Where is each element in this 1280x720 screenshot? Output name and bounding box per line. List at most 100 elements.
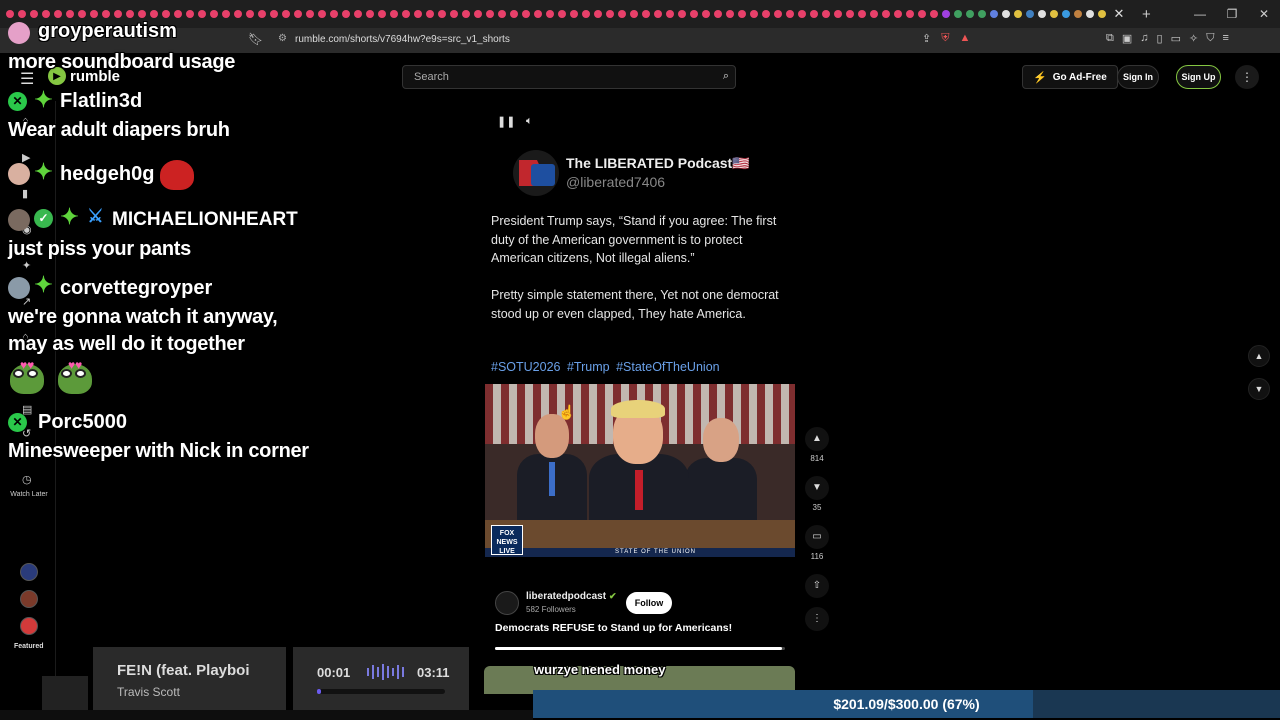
tab-favicon-icon[interactable] [678, 10, 686, 18]
scroll-up-button[interactable]: ▲ [1248, 345, 1270, 367]
tab-favicon-icon[interactable] [18, 10, 26, 18]
tab-favicon-icon[interactable] [1074, 10, 1082, 18]
hashtag-link[interactable]: #SOTU2026 [491, 360, 560, 374]
tab-favicon-icon[interactable] [162, 10, 170, 18]
tab-favicon-icon[interactable] [522, 10, 530, 18]
tab-favicon-icon[interactable] [258, 10, 266, 18]
tab-favicon-icon[interactable] [1050, 10, 1058, 18]
tab-favicon-icon[interactable] [582, 10, 590, 18]
more-options-icon[interactable]: ⋮ [1235, 65, 1259, 89]
tab-favicon-icon[interactable] [1062, 10, 1070, 18]
tab-favicon-icon[interactable] [234, 10, 242, 18]
tab-favicon-icon[interactable] [306, 10, 314, 18]
tab-favicon-icon[interactable] [942, 10, 950, 18]
tab-favicon-icon[interactable] [438, 10, 446, 18]
owner-name-link[interactable]: liberatedpodcast ✔ [526, 591, 617, 602]
tab-favicon-icon[interactable] [738, 10, 746, 18]
tab-favicon-icon[interactable] [774, 10, 782, 18]
sign-up-button[interactable]: Sign Up [1176, 65, 1221, 89]
tab-favicon-icon[interactable] [210, 10, 218, 18]
tab-favicon-icon[interactable] [858, 10, 866, 18]
tab-favicon-icon[interactable] [66, 10, 74, 18]
minimize-icon[interactable]: — [1184, 0, 1216, 28]
tab-favicon-icon[interactable] [486, 10, 494, 18]
tab-favicon-icon[interactable] [690, 10, 698, 18]
tab-favicon-icon[interactable] [618, 10, 626, 18]
dislike-button[interactable]: ▼ 35 [805, 476, 829, 512]
tab-favicon-icon[interactable] [462, 10, 470, 18]
pause-icon[interactable]: ❚❚ [497, 115, 515, 128]
volume-icon[interactable]: 🔈︎ [526, 115, 533, 128]
tab-favicon-icon[interactable] [654, 10, 662, 18]
hashtag-link[interactable]: #StateOfTheUnion [616, 360, 720, 374]
share-icon[interactable]: ⇪ [922, 32, 931, 45]
channel-handle[interactable]: @liberated7406 [566, 174, 665, 190]
watch-later-label[interactable]: Watch Later [6, 491, 52, 498]
tab-favicon-icon[interactable] [78, 10, 86, 18]
tab-favicon-icon[interactable] [666, 10, 674, 18]
featured-channel-avatar[interactable] [20, 590, 38, 608]
channel-name[interactable]: The LIBERATED Podcast🇺🇸 [566, 155, 750, 172]
browse-icon[interactable]: ▶ [22, 151, 30, 164]
video-thumbnail[interactable]: FOX NEWS LIVE STATE OF THE UNION [485, 384, 795, 557]
site-info-icon[interactable]: ⚙ [278, 33, 287, 44]
tab-favicon-icon[interactable] [822, 10, 830, 18]
tab-favicon-icon[interactable] [282, 10, 290, 18]
comments-button[interactable]: ▭ 116 [805, 525, 829, 561]
scroll-down-button[interactable]: ▼ [1248, 378, 1270, 400]
search-input[interactable]: Search ⌕ [402, 65, 736, 89]
tab-favicon-icon[interactable] [726, 10, 734, 18]
tab-favicon-icon[interactable] [1086, 10, 1094, 18]
tab-favicon-icon[interactable] [390, 10, 398, 18]
tab-favicon-icon[interactable] [354, 10, 362, 18]
owner-avatar[interactable] [495, 591, 519, 615]
tab-favicon-icon[interactable] [198, 10, 206, 18]
tab-favicon-icon[interactable] [42, 10, 50, 18]
tab-favicon-icon[interactable] [786, 10, 794, 18]
tab-favicon-icon[interactable] [978, 10, 986, 18]
tab-favicon-icon[interactable] [498, 10, 506, 18]
tab-favicon-icon[interactable] [846, 10, 854, 18]
tab-favicon-icon[interactable] [990, 10, 998, 18]
tab-favicon-icon[interactable] [6, 10, 14, 18]
tab-favicon-icon[interactable] [894, 10, 902, 18]
tab-favicon-icon[interactable] [1098, 10, 1106, 18]
tab-favicon-icon[interactable] [1038, 10, 1046, 18]
tab-favicon-icon[interactable] [810, 10, 818, 18]
tab-favicon-icon[interactable] [102, 10, 110, 18]
tab-favicon-icon[interactable] [294, 10, 302, 18]
sidebar-icon[interactable]: ▯ [1157, 32, 1163, 45]
close-window-icon[interactable]: ✕ [1248, 0, 1280, 28]
tab-favicon-icon[interactable] [330, 10, 338, 18]
tab-favicon-icon[interactable] [54, 10, 62, 18]
channel-avatar[interactable] [513, 150, 559, 196]
tab-favicon-icon[interactable] [474, 10, 482, 18]
url-text[interactable]: rumble.com/shorts/v7694hw?e9s=src_v1_sho… [295, 34, 510, 45]
tab-favicon-icon[interactable] [954, 10, 962, 18]
share-button[interactable]: ⇧ [805, 574, 829, 598]
tab-favicon-icon[interactable] [906, 10, 914, 18]
tab-favicon-icon[interactable] [882, 10, 890, 18]
tab-favicon-icon[interactable] [870, 10, 878, 18]
search-icon[interactable]: ⌕ [723, 70, 729, 83]
tab-favicon-icon[interactable] [450, 10, 458, 18]
tab-favicon-icon[interactable] [918, 10, 926, 18]
tab-favicon-icon[interactable] [1002, 10, 1010, 18]
tab-favicon-icon[interactable] [402, 10, 410, 18]
tab-favicon-icon[interactable] [570, 10, 578, 18]
tab-favicon-icon[interactable] [714, 10, 722, 18]
tab-favicons[interactable] [0, 10, 1110, 18]
tab-favicon-icon[interactable] [342, 10, 350, 18]
tab-favicon-icon[interactable] [222, 10, 230, 18]
tab-favicon-icon[interactable] [174, 10, 182, 18]
tab-favicon-icon[interactable] [1014, 10, 1022, 18]
tab-favicon-icon[interactable] [546, 10, 554, 18]
go-ad-free-button[interactable]: ⚡ Go Ad-Free [1022, 65, 1118, 89]
featured-channel-avatar[interactable] [20, 563, 38, 581]
tab-favicon-icon[interactable] [138, 10, 146, 18]
tab-favicon-icon[interactable] [558, 10, 566, 18]
tab-favicon-icon[interactable] [1026, 10, 1034, 18]
new-tab-button[interactable]: + [1142, 6, 1151, 23]
video-progress-bar[interactable] [495, 647, 785, 650]
shorts-icon[interactable]: ▮ [22, 187, 28, 200]
